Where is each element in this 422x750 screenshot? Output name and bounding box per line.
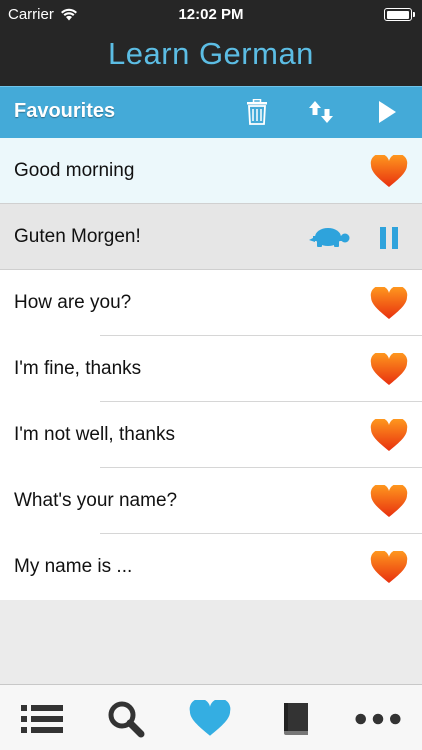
phrase-text: What's your name? — [14, 490, 178, 511]
battery-icon — [384, 8, 415, 21]
phrase-list: Good morning Guten Morgen! How are you? … — [0, 138, 422, 600]
tab-bar — [0, 684, 422, 750]
heart-icon[interactable] — [370, 551, 408, 585]
delete-button[interactable] — [242, 97, 272, 127]
heart-icon[interactable] — [370, 419, 408, 453]
phrase-row[interactable]: I'm fine, thanks — [0, 336, 422, 402]
heart-icon[interactable] — [370, 287, 408, 321]
heart-icon — [189, 700, 231, 736]
book-icon — [284, 703, 308, 735]
phrase-text: My name is ... — [14, 556, 133, 577]
heart-icon[interactable] — [370, 485, 408, 519]
sort-button[interactable] — [306, 97, 336, 127]
phrase-row[interactable]: How are you? — [0, 270, 422, 336]
phrase-text: I'm not well, thanks — [14, 424, 175, 445]
play-all-button[interactable] — [372, 97, 402, 127]
translation-text: Guten Morgen! — [14, 226, 141, 247]
tab-dictionary[interactable] — [272, 699, 320, 739]
tab-more[interactable] — [354, 699, 402, 739]
status-bar: Carrier 12:02 PM — [0, 0, 422, 28]
sort-icon — [309, 101, 333, 123]
app-title: Learn German — [0, 28, 422, 86]
phrase-row[interactable]: My name is ... — [0, 534, 422, 600]
phrase-text: I'm fine, thanks — [14, 358, 142, 379]
list-icon — [21, 705, 63, 733]
play-icon — [379, 101, 396, 123]
phrase-row[interactable]: What's your name? — [0, 468, 422, 534]
pause-icon[interactable] — [378, 225, 400, 251]
trash-icon — [247, 99, 267, 125]
tab-search[interactable] — [102, 699, 150, 739]
tab-favourites[interactable] — [186, 699, 234, 739]
tab-phrases[interactable] — [18, 699, 66, 739]
more-icon — [355, 713, 401, 725]
translation-row[interactable]: Guten Morgen! — [0, 204, 422, 270]
phrase-text: Good morning — [14, 160, 135, 181]
phrase-row-selected[interactable]: Good morning — [0, 138, 422, 204]
heart-icon[interactable] — [370, 155, 408, 189]
section-title: Favourites — [14, 100, 116, 122]
clock: 12:02 PM — [178, 6, 244, 23]
turtle-slow-icon[interactable] — [305, 226, 351, 250]
phrase-row[interactable]: I'm not well, thanks — [0, 402, 422, 468]
section-header: Favourites — [0, 86, 422, 138]
search-icon — [108, 701, 145, 738]
phrase-text: How are you? — [14, 292, 132, 313]
heart-icon[interactable] — [370, 353, 408, 387]
